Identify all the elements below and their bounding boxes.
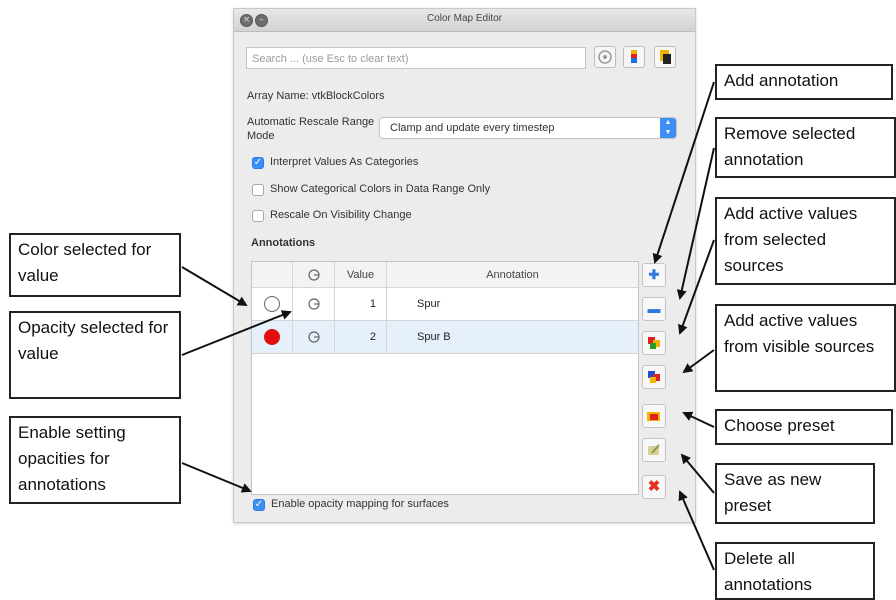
arrow-add-annotation (652, 81, 715, 264)
arrow-opacity-selected (181, 310, 292, 356)
arrow-enable-opacities (181, 462, 252, 493)
callout-arrows (181, 81, 715, 571)
arrow-add-from-visible (682, 349, 715, 374)
arrow-delete-all (678, 490, 715, 571)
arrow-color-selected (181, 266, 248, 307)
arrow-add-from-selected (678, 239, 715, 335)
arrow-save-preset (680, 453, 715, 494)
arrow-choose-preset (682, 411, 715, 428)
